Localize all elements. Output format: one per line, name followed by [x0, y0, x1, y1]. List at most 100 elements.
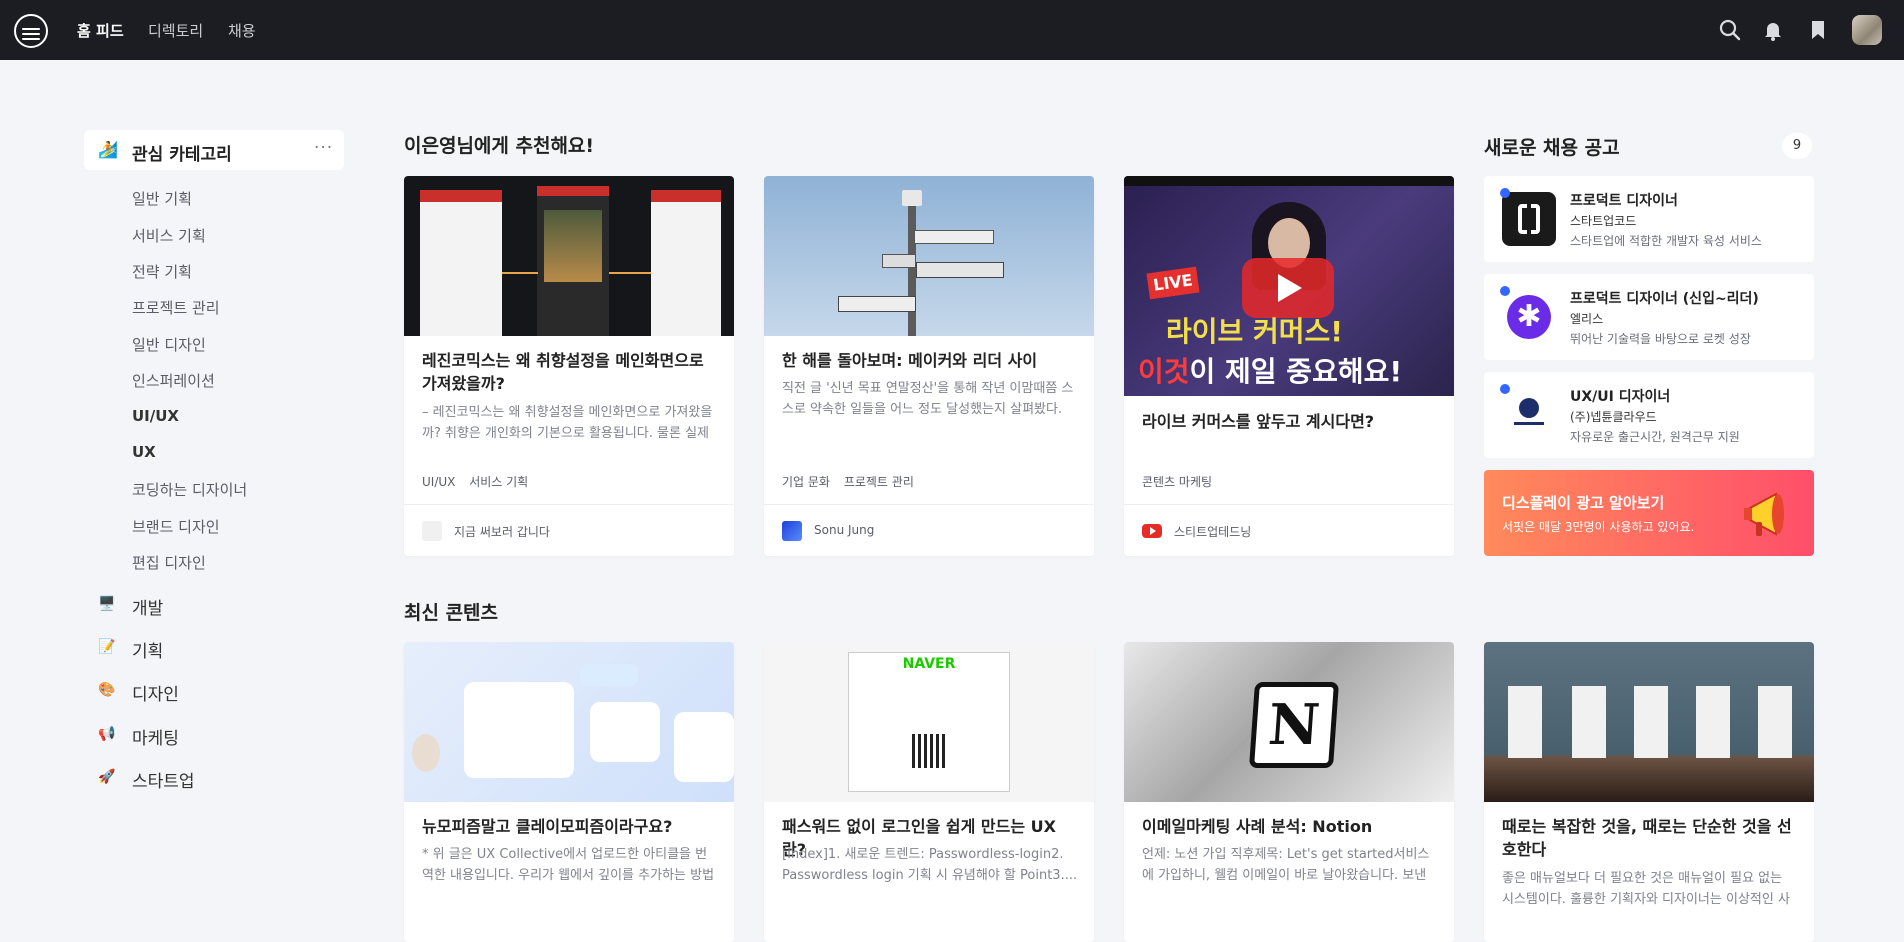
jobs-count-badge: 9: [1782, 133, 1812, 159]
card-description: – 레진코믹스는 왜 취향설정을 메인화면으로 가져왔을까? 취향은 개인화의 …: [422, 405, 713, 441]
sidebar-item-general-planning[interactable]: 일반 기획: [132, 188, 192, 209]
card-description: [Index]1. 새로운 트렌드: Passwordless-login2. …: [782, 847, 1078, 883]
card-description: 직전 글 '신년 목표 연말정산'을 통해 작년 이맘때쯤 스스로 약속한 일들…: [782, 381, 1074, 417]
nav-directory[interactable]: 디렉토리: [148, 20, 203, 41]
sidebar-category-label: 마케팅: [132, 729, 179, 749]
top-navbar: 홈 피드 디렉토리 채용: [0, 0, 1904, 60]
bell-icon[interactable]: [1761, 18, 1785, 42]
card-tags: UI/UX 서비스 기획: [422, 473, 538, 490]
recommended-card[interactable]: 한 해를 돌아보며: 메이커와 리더 사이 직전 글 '신년 목표 연말정산'을…: [764, 176, 1094, 556]
job-posting[interactable]: ✱ 프로덕트 디자이너 (신입~리더) 엘리스 뛰어난 기술력을 바탕으로 로켓…: [1484, 274, 1814, 360]
surfit-logo-icon[interactable]: [14, 14, 48, 48]
card-tag[interactable]: 프로젝트 관리: [844, 475, 914, 489]
content-card[interactable]: N 이메일마케팅 사례 분석: Notion 언제: 노션 가입 직후제목: L…: [1124, 642, 1454, 942]
card-title: 레진코믹스는 왜 취향설정을 메인화면으로 가져왔을까?: [422, 351, 704, 393]
job-company: (주)넵튠클라우드: [1570, 410, 1657, 424]
card-description: * 위 글은 UX Collective에서 업로드한 아티클을 번역한 내용입…: [422, 847, 715, 883]
company-logo-icon: ✱: [1502, 290, 1556, 344]
job-description: 뛰어난 기술력을 바탕으로 로켓 성장: [1570, 332, 1751, 346]
job-company: 스타트업코드: [1570, 214, 1637, 228]
job-title: 프로덕트 디자이너 (신입~리더): [1570, 291, 1759, 307]
sidebar-item-brand-design[interactable]: 브랜드 디자인: [132, 516, 220, 537]
megaphone-icon: [1744, 492, 1784, 536]
new-indicator-dot: [1500, 188, 1510, 198]
card-thumbnail: [764, 176, 1094, 336]
card-title: 라이브 커머스를 앞두고 계시다면?: [1142, 412, 1375, 431]
card-description: 좋은 매뉴얼보다 더 필요한 것은 매뉴얼이 필요 없는 시스템이다. 훌륭한 …: [1502, 871, 1790, 907]
author-name[interactable]: Sonu Jung: [814, 523, 874, 537]
card-tag[interactable]: UI/UX: [422, 475, 455, 489]
card-thumbnail: NAVER: [764, 642, 1094, 802]
card-thumbnail: [404, 176, 734, 336]
jobs-section-title: 새로운 채용 공고: [1484, 137, 1620, 159]
card-thumbnail: LIVE 라이브 커머스! 이것이 제일 중요해요!: [1124, 176, 1454, 396]
thumbnail-subheadline: 이것이 제일 중요해요!: [1138, 355, 1403, 388]
interest-category-title: 관심 카테고리: [132, 145, 232, 165]
interest-category-header[interactable]: 🏄 관심 카테고리 ···: [84, 130, 344, 170]
job-posting[interactable]: UX/UI 디자이너 (주)넵튠클라우드 자유로운 출근시간, 원격근무 지원: [1484, 372, 1814, 458]
content-card[interactable]: NAVER 패스워드 없이 로그인을 쉽게 만드는 UX란? [Index]1.…: [764, 642, 1094, 942]
source-favicon-icon: [422, 521, 442, 541]
sidebar-category-label: 스타트업: [132, 772, 195, 792]
palette-icon: 🎨: [98, 682, 116, 698]
monitor-icon: 🖥️: [98, 596, 116, 612]
ad-description: 서핏은 매달 3만명이 사용하고 있어요.: [1502, 520, 1695, 534]
source-name[interactable]: 스티트업테드닝: [1174, 523, 1251, 540]
new-indicator-dot: [1500, 286, 1510, 296]
play-button-icon: [1242, 258, 1334, 318]
card-tag[interactable]: 기업 문화: [782, 475, 830, 489]
job-description: 스타트업에 적합한 개발자 육성 서비스: [1570, 234, 1762, 248]
bookmark-icon[interactable]: [1806, 18, 1830, 42]
job-title: UX/UI 디자이너: [1570, 389, 1671, 405]
sidebar-item-service-planning[interactable]: 서비스 기획: [132, 225, 206, 246]
avatar[interactable]: [1852, 15, 1882, 45]
job-title: 프로덕트 디자이너: [1570, 193, 1678, 209]
card-title: 한 해를 돌아보며: 메이커와 리더 사이: [782, 351, 1038, 370]
new-indicator-dot: [1500, 384, 1510, 394]
card-thumbnail: [1484, 642, 1814, 802]
card-footer: 지금 써보러 갑니다: [404, 504, 734, 556]
company-logo-icon: [1502, 192, 1556, 246]
company-logo-icon: [1502, 388, 1556, 442]
more-options-icon[interactable]: ···: [314, 138, 333, 158]
naver-logo: NAVER: [902, 656, 956, 672]
sidebar-category-label: 개발: [132, 599, 164, 619]
card-footer: Sonu Jung: [764, 504, 1094, 556]
sidebar-item-general-design[interactable]: 일반 디자인: [132, 334, 206, 355]
notion-logo-icon: N: [1248, 682, 1340, 768]
display-ad-banner[interactable]: 디스플레이 광고 알아보기 서핏은 매달 3만명이 사용하고 있어요.: [1484, 470, 1814, 556]
latest-section-title: 최신 콘텐츠: [404, 602, 499, 624]
sidebar-item-ui-ux[interactable]: UI/UX: [132, 407, 179, 425]
recommended-card[interactable]: LIVE 라이브 커머스! 이것이 제일 중요해요! 라이브 커머스를 앞두고 …: [1124, 176, 1454, 556]
nav-home-feed[interactable]: 홈 피드: [77, 20, 124, 41]
sidebar-item-strategy-planning[interactable]: 전략 기획: [132, 261, 192, 282]
nav-jobs[interactable]: 채용: [228, 20, 256, 41]
card-tags: 콘텐츠 마케팅: [1142, 473, 1222, 490]
job-posting[interactable]: 프로덕트 디자이너 스타트업코드 스타트업에 적합한 개발자 육성 서비스: [1484, 176, 1814, 262]
sidebar-item-inspiration[interactable]: 인스퍼레이션: [132, 370, 215, 391]
card-title: 뉴모피즘말고 클레이모피즘이라구요?: [422, 817, 673, 836]
memo-icon: 📝: [98, 639, 116, 655]
card-tag[interactable]: 콘텐츠 마케팅: [1142, 475, 1212, 489]
card-title: 때로는 복잡한 것을, 때로는 단순한 것을 선호한다: [1502, 817, 1792, 859]
sidebar-item-editorial-design[interactable]: 편집 디자인: [132, 552, 206, 573]
thumbnail-headline: 라이브 커머스!: [1166, 315, 1344, 348]
sidebar-item-project-management[interactable]: 프로젝트 관리: [132, 297, 220, 318]
ad-title: 디스플레이 광고 알아보기: [1502, 494, 1665, 512]
sidebar-category-label: 디자인: [132, 685, 179, 705]
sidebar-item-coding-designer[interactable]: 코딩하는 디자이너: [132, 479, 247, 500]
job-company: 엘리스: [1570, 312, 1604, 326]
youtube-icon: [1142, 524, 1162, 538]
card-tag[interactable]: 서비스 기획: [469, 475, 528, 489]
content-card[interactable]: 때로는 복잡한 것을, 때로는 단순한 것을 선호한다 좋은 매뉴얼보다 더 필…: [1484, 642, 1814, 942]
sidebar-item-ux[interactable]: UX: [132, 443, 156, 461]
megaphone-icon: 📢: [98, 726, 116, 742]
source-name[interactable]: 지금 써보러 갑니다: [454, 523, 550, 540]
content-card[interactable]: 뉴모피즘말고 클레이모피즘이라구요? * 위 글은 UX Collective에…: [404, 642, 734, 942]
card-title: 이메일마케팅 사례 분석: Notion: [1142, 817, 1373, 836]
job-description: 자유로운 출근시간, 원격근무 지원: [1570, 430, 1740, 444]
live-badge: LIVE: [1146, 266, 1200, 300]
recommended-card[interactable]: 레진코믹스는 왜 취향설정을 메인화면으로 가져왔을까? – 레진코믹스는 왜 …: [404, 176, 734, 556]
search-icon[interactable]: [1718, 18, 1742, 42]
card-footer: 스티트업테드닝: [1124, 504, 1454, 556]
